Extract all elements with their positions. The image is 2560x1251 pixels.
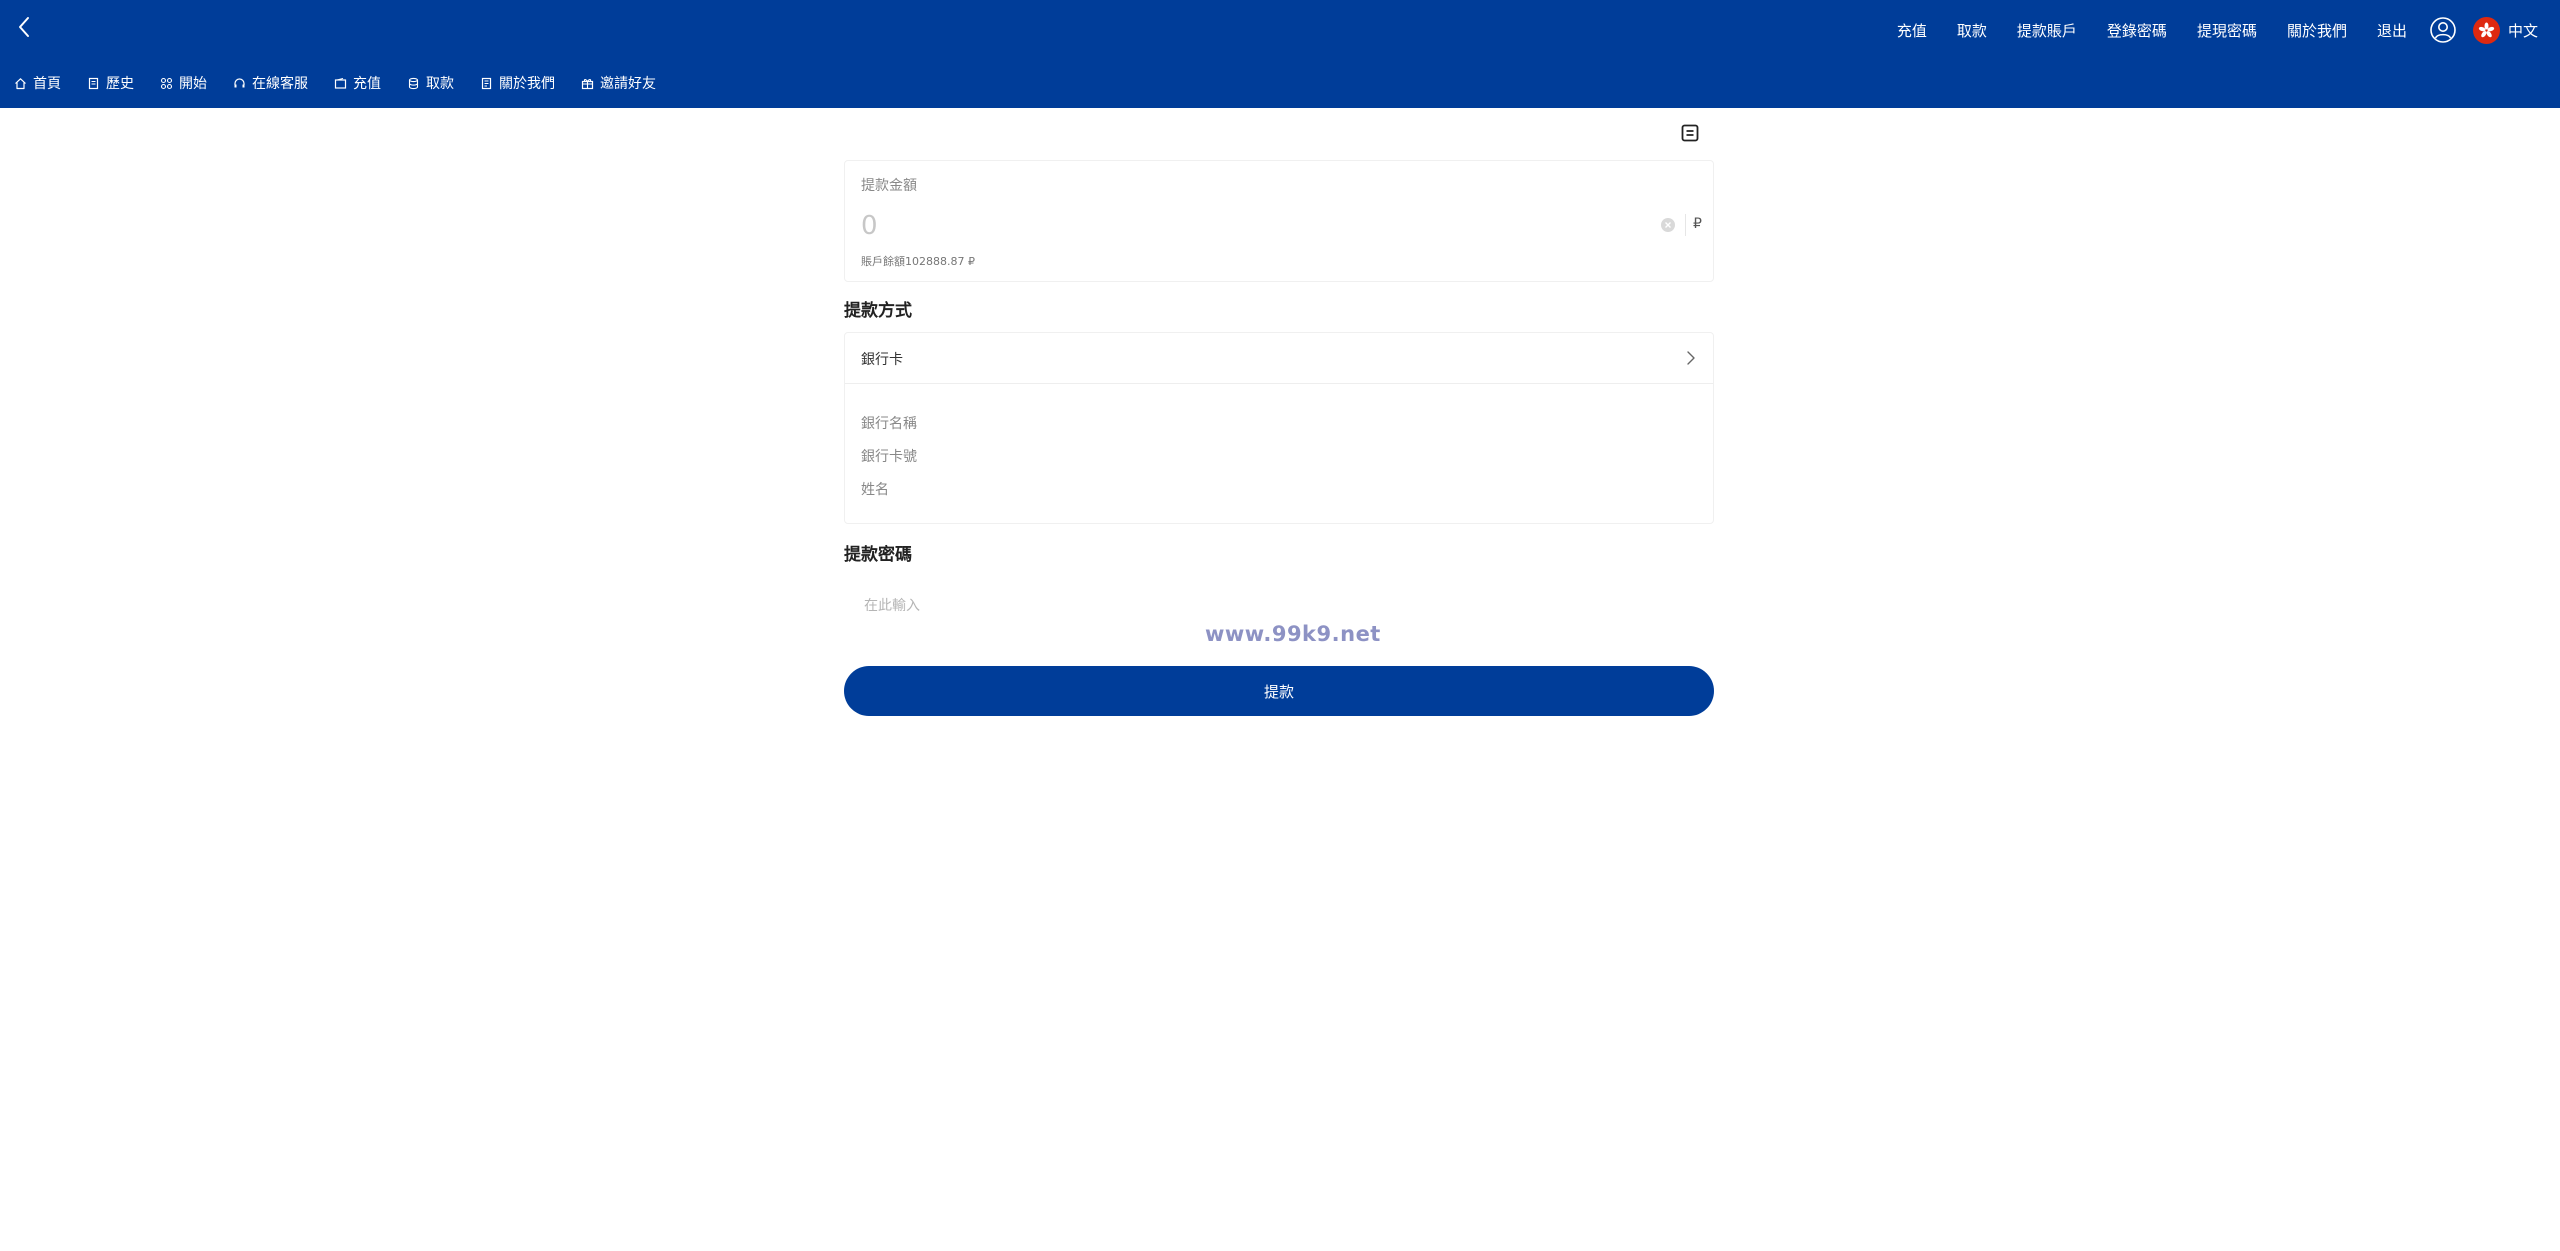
clear-icon[interactable] xyxy=(1660,217,1676,233)
top-link-recharge[interactable]: 充值 xyxy=(1897,20,1927,41)
password-title: 提款密碼 xyxy=(844,545,912,565)
top-link-withdraw[interactable]: 取款 xyxy=(1957,20,1987,41)
record-icon[interactable] xyxy=(1680,123,1700,143)
language-label: 中文 xyxy=(2507,21,2538,40)
nav-item-about[interactable]: 關於我們 xyxy=(480,73,555,93)
top-menu: 充值 取款 提款賬戶 登錄密碼 提現密碼 關於我們 退出 中文 xyxy=(1897,0,2560,60)
nav-label: 歷史 xyxy=(106,76,134,92)
headset-icon xyxy=(234,77,245,87)
nav-label: 首頁 xyxy=(33,76,61,92)
watermark: www.99k9.net xyxy=(1205,622,1381,646)
nav-label: 充值 xyxy=(353,76,381,92)
account-balance: 賬戶餘額102888.87 ₽ xyxy=(861,255,975,268)
app-header: 充值 取款 提款賬戶 登錄密碼 提現密碼 關於我們 退出 中文 首頁 歷史 開始… xyxy=(0,0,2560,108)
nav-item-invite[interactable]: 邀請好友 xyxy=(581,73,656,93)
main-nav: 首頁 歷史 開始 在線客服 充值 取款 關於我們 邀請好友 xyxy=(0,68,682,98)
amount-divider xyxy=(1685,214,1686,236)
coins-icon xyxy=(408,77,419,89)
language-selector[interactable]: 中文 xyxy=(2472,16,2538,44)
holder-name-label: 姓名 xyxy=(861,482,889,498)
top-link-about[interactable]: 關於我們 xyxy=(2287,20,2347,41)
withdraw-password-input[interactable] xyxy=(844,588,1714,624)
withdraw-submit-button[interactable]: 提款 xyxy=(844,666,1714,716)
top-link-withdraw-account[interactable]: 提款賬戶 xyxy=(2017,20,2077,41)
bank-name-label: 銀行名稱 xyxy=(861,416,917,432)
currency-symbol: ₽ xyxy=(1693,216,1702,232)
method-selector[interactable]: 銀行卡 xyxy=(845,333,1713,384)
amount-input[interactable] xyxy=(859,205,1623,247)
nav-item-history[interactable]: 歷史 xyxy=(87,73,134,93)
amount-label: 提款金額 xyxy=(861,178,917,194)
top-link-logout[interactable]: 退出 xyxy=(2377,20,2407,41)
chevron-left-icon xyxy=(19,17,29,37)
top-link-withdraw-password[interactable]: 提現密碼 xyxy=(2197,20,2257,41)
amount-card: 提款金額 ₽ 賬戶餘額102888.87 ₽ xyxy=(844,160,1714,282)
nav-label: 邀請好友 xyxy=(600,76,656,92)
document-icon xyxy=(481,77,492,89)
hk-flag-icon xyxy=(2472,16,2500,44)
grid-icon xyxy=(160,77,173,89)
back-button[interactable] xyxy=(12,12,38,42)
nav-label: 在線客服 xyxy=(252,76,308,92)
nav-label: 關於我們 xyxy=(499,76,555,92)
nav-item-support[interactable]: 在線客服 xyxy=(233,73,308,93)
gift-icon xyxy=(581,78,594,89)
nav-item-withdraw[interactable]: 取款 xyxy=(407,73,454,93)
nav-label: 開始 xyxy=(179,76,207,92)
top-link-login-password[interactable]: 登錄密碼 xyxy=(2107,20,2167,41)
history-icon xyxy=(88,77,99,89)
chevron-right-icon xyxy=(1687,351,1695,365)
user-icon[interactable] xyxy=(2429,16,2457,44)
method-title: 提款方式 xyxy=(844,301,912,321)
wallet-icon xyxy=(334,77,347,89)
bank-card-label: 銀行卡號 xyxy=(861,449,917,465)
nav-item-start[interactable]: 開始 xyxy=(160,73,207,93)
nav-label: 取款 xyxy=(426,76,454,92)
home-icon xyxy=(15,77,26,89)
method-card: 銀行卡 銀行名稱 銀行卡號 姓名 xyxy=(844,332,1714,524)
nav-item-home[interactable]: 首頁 xyxy=(14,73,61,93)
method-value: 銀行卡 xyxy=(861,352,903,368)
nav-item-recharge[interactable]: 充值 xyxy=(334,73,381,93)
